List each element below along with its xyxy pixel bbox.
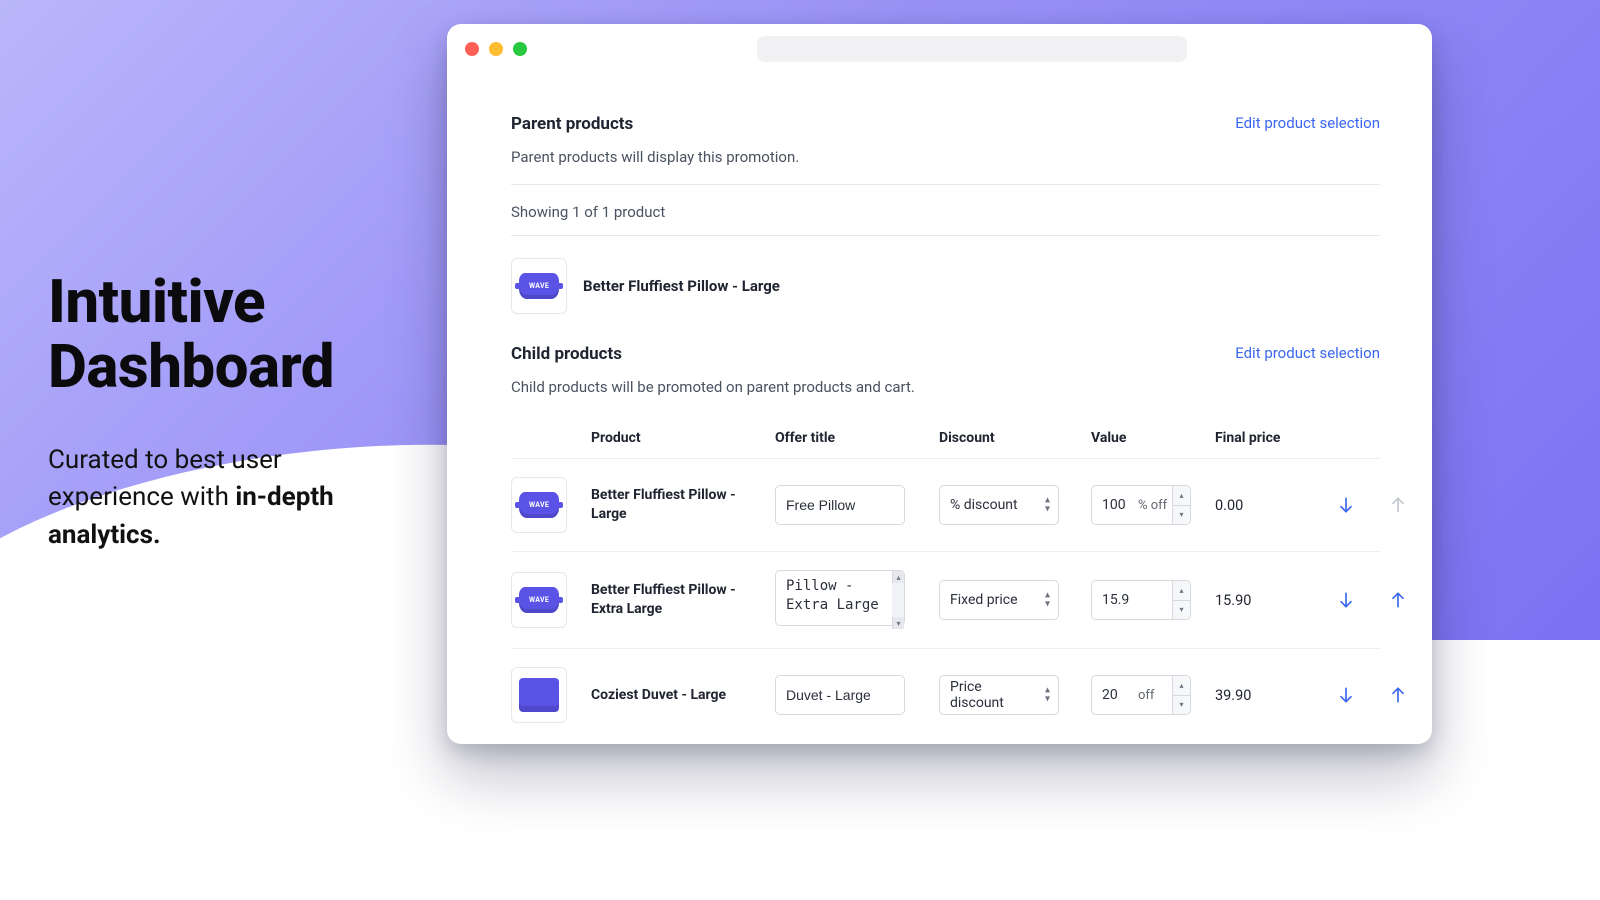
child-products-title: Child products [511,344,622,364]
table-row: Coziest Duvet - Large Price discount▴▾ 20o… [511,648,1380,741]
edit-child-selection-link[interactable]: Edit product selection [1235,344,1380,362]
window-close-icon[interactable] [465,42,479,56]
move-up-button[interactable] [1381,583,1415,617]
discount-select[interactable]: % discount▴▾ [939,485,1059,525]
parent-product-row: WAVE Better Fluffiest Pillow - Large [511,254,1380,318]
col-discount: Discount [939,430,1087,446]
discount-select[interactable]: Price discount▴▾ [939,675,1059,715]
value-stepper[interactable]: ▴▾ [1172,676,1190,714]
step-down-icon: ▾ [1173,696,1190,715]
table-row: WAVE Better Fluffiest Pillow - Large % dis… [511,458,1380,551]
table-row: WAVE Better Fluffiest Pillow - Extra Larg… [511,551,1380,648]
value-stepper[interactable]: ▴▾ [1172,486,1190,524]
child-products-desc: Child products will be promoted on paren… [511,378,1380,396]
window-titlebar [447,24,1432,74]
chevron-updown-icon: ▴▾ [1045,497,1050,514]
parent-products-desc: Parent products will display this promot… [511,148,1380,166]
product-thumbnail: WAVE [511,258,567,314]
move-down-button[interactable] [1329,678,1363,712]
window-zoom-icon[interactable] [513,42,527,56]
edit-parent-selection-link[interactable]: Edit product selection [1235,114,1380,132]
product-thumbnail: WAVE [511,572,567,628]
col-final: Final price [1215,430,1325,446]
offer-title-input[interactable]: Pillow - Extra Large [775,570,905,626]
hero-subtitle: Curated to best user experience with in-… [48,442,408,555]
final-price: 15.90 [1215,592,1325,609]
step-down-icon: ▾ [1173,506,1190,525]
parent-products-title: Parent products [511,114,633,134]
parent-showing-count: Showing 1 of 1 product [511,203,1380,221]
app-window: Parent products Edit product selection P… [447,24,1432,744]
step-up-icon: ▴ [1173,486,1190,506]
step-down-icon: ▾ [1173,601,1190,620]
step-up-icon: ▴ [1173,581,1190,601]
move-down-button[interactable] [1329,583,1363,617]
hero-copy: Intuitive Dashboard Curated to best user… [48,270,408,555]
value-input[interactable]: 15.9▴▾ [1091,580,1191,620]
product-name: Better Fluffiest Pillow - Large [583,277,780,295]
move-up-button [1381,488,1415,522]
value-input[interactable]: 20off▴▾ [1091,675,1191,715]
col-offer: Offer title [775,430,935,446]
offer-title-input[interactable] [775,485,905,525]
offer-title-input[interactable] [775,675,905,715]
hero-title: Intuitive Dashboard [48,270,408,400]
product-name: Better Fluffiest Pillow - Extra Large [591,581,771,619]
final-price: 0.00 [1215,497,1325,514]
product-thumbnail: WAVE [511,477,567,533]
discount-select[interactable]: Fixed price▴▾ [939,580,1059,620]
chevron-updown-icon: ▴▾ [1045,687,1050,704]
address-bar[interactable] [757,36,1187,62]
product-name: Coziest Duvet - Large [591,686,771,705]
chevron-updown-icon: ▴▾ [1045,592,1050,609]
window-minimize-icon[interactable] [489,42,503,56]
final-price: 39.90 [1215,687,1325,704]
table-header-row: Product Offer title Discount Value Final… [511,418,1380,458]
step-up-icon: ▴ [1173,676,1190,696]
value-input[interactable]: 100% off▴▾ [1091,485,1191,525]
move-down-button[interactable] [1329,488,1363,522]
value-stepper[interactable]: ▴▾ [1172,581,1190,619]
move-up-button[interactable] [1381,678,1415,712]
product-thumbnail [511,667,567,723]
col-product: Product [591,430,771,446]
col-value: Value [1091,430,1211,446]
product-name: Better Fluffiest Pillow - Large [591,486,771,524]
